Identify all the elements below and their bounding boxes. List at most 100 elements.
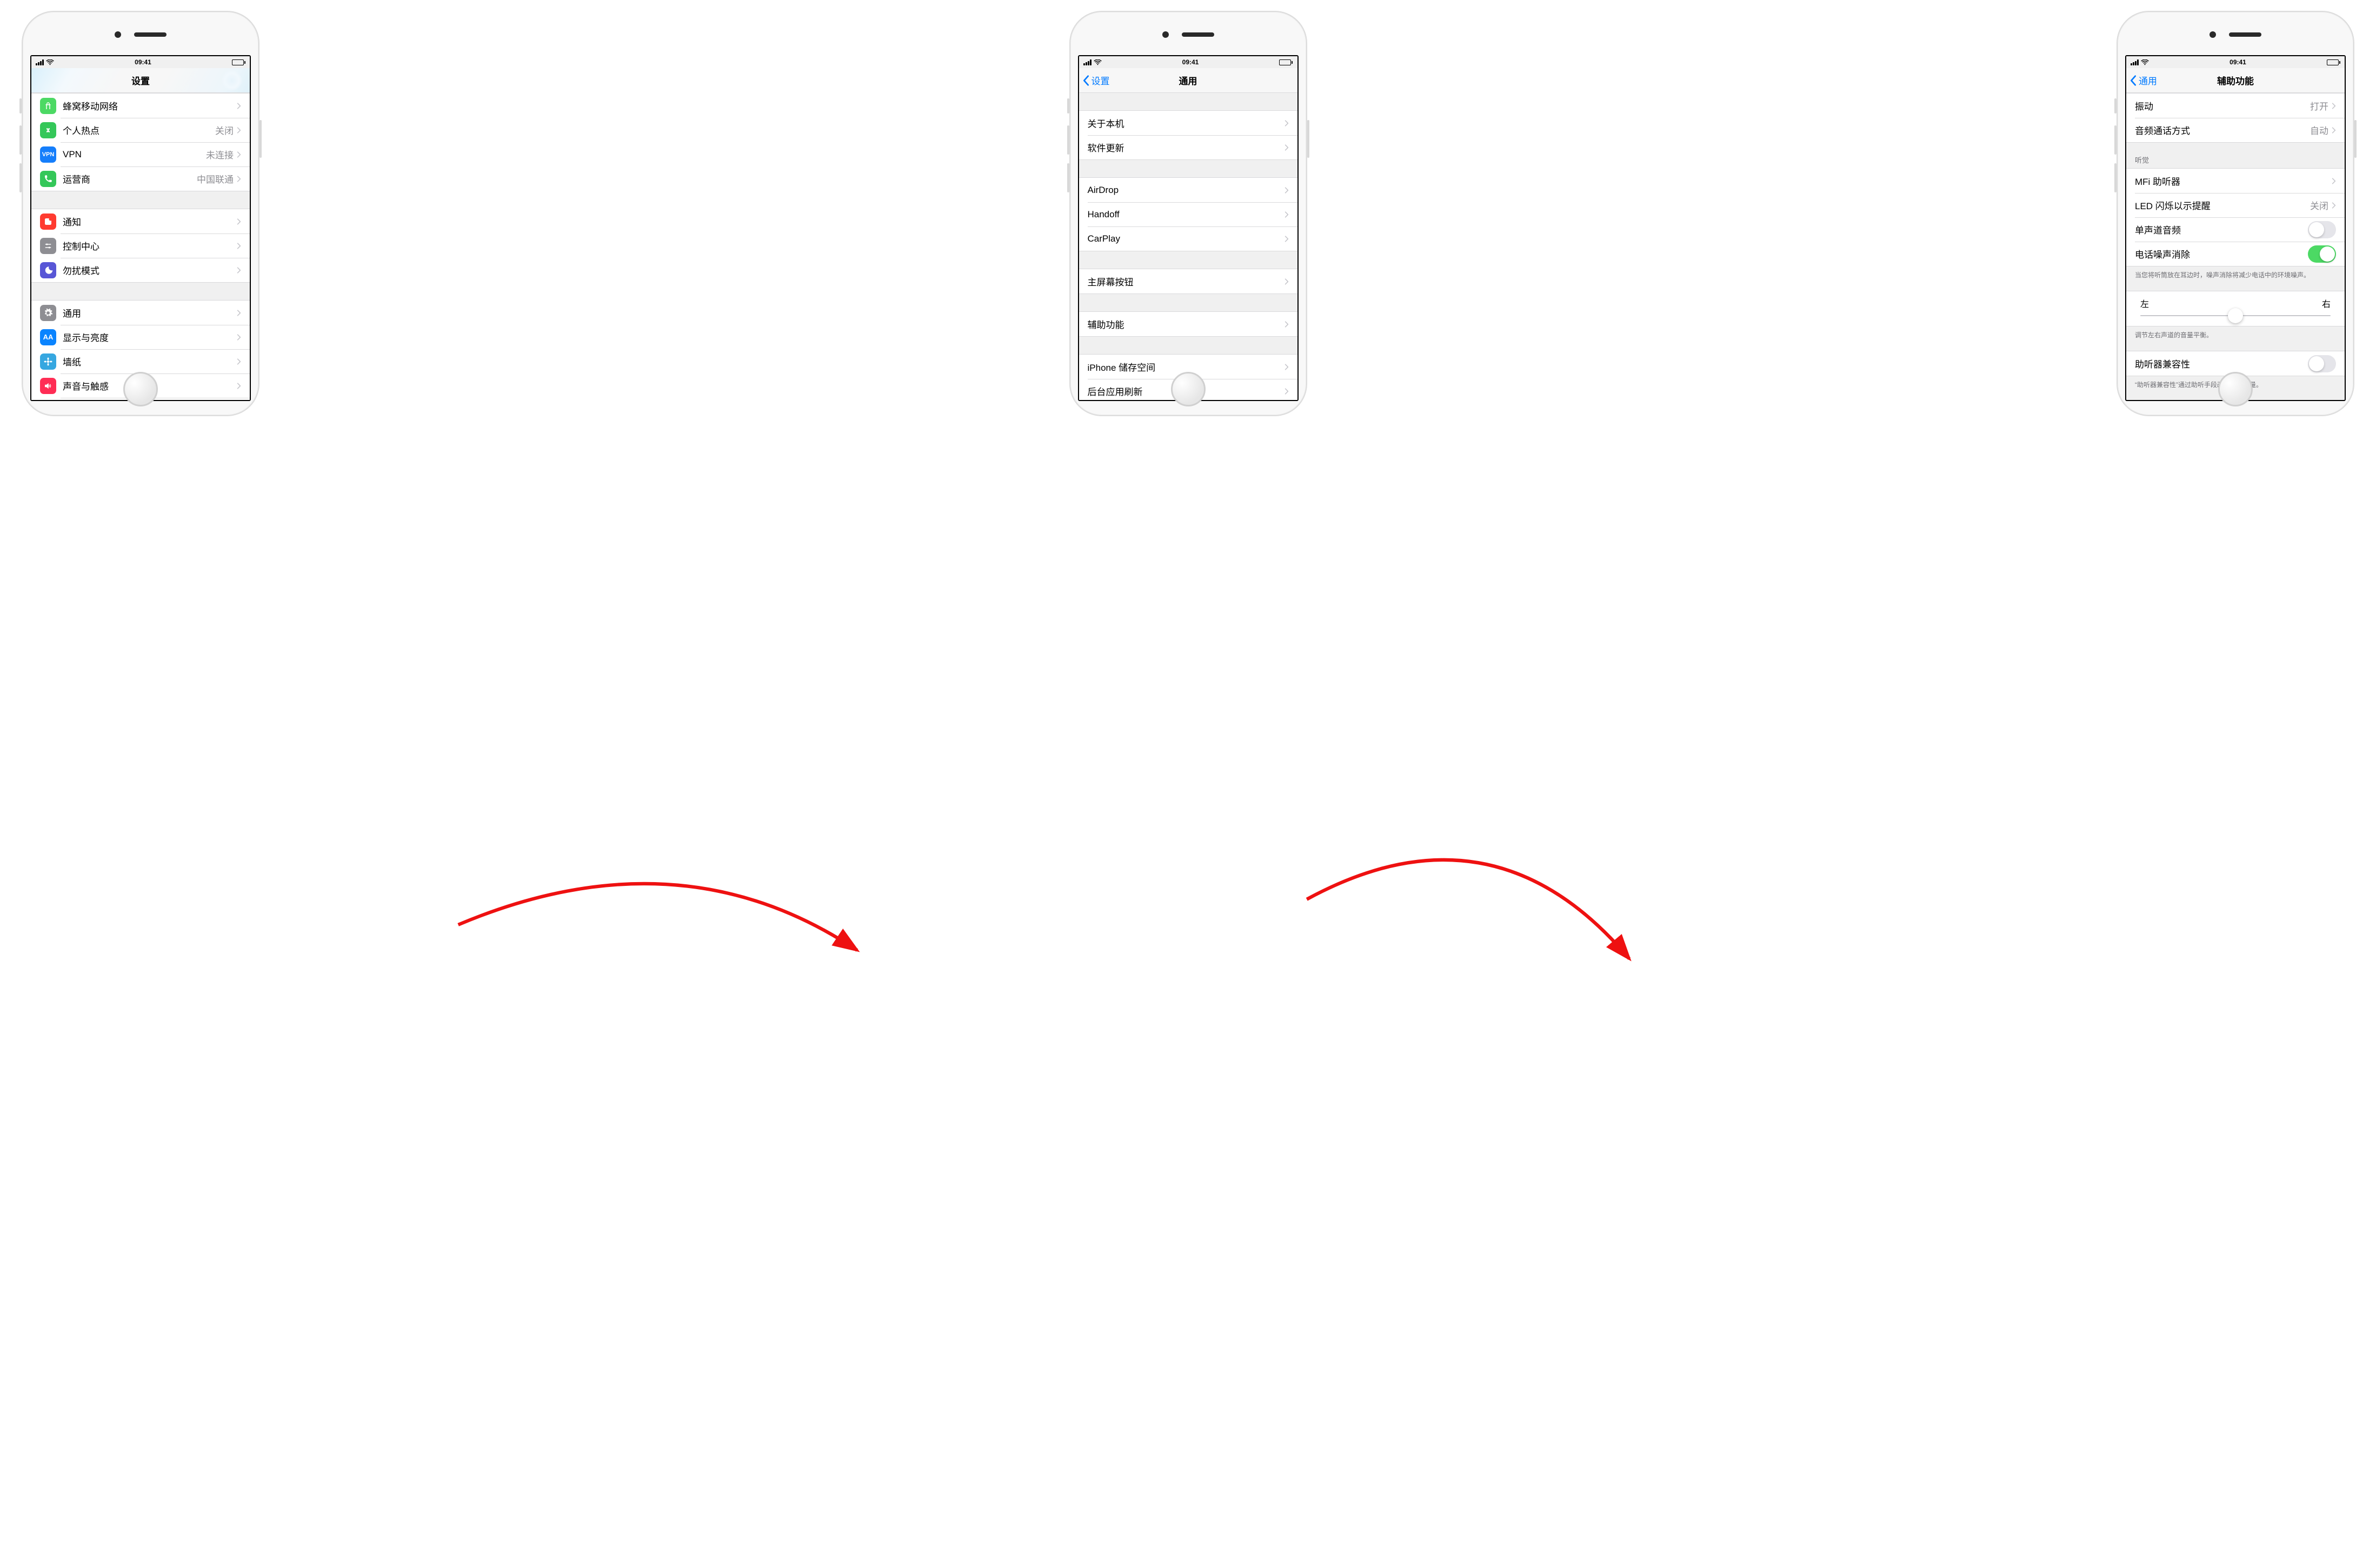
label: 蜂窝移动网络 — [63, 99, 237, 112]
row-call-audio[interactable]: 音频通话方式自动 — [2126, 118, 2345, 142]
chevron-right-icon — [237, 309, 241, 317]
row-sounds[interactable]: 声音与触感 — [31, 373, 250, 398]
general-list[interactable]: 关于本机 软件更新 AirDrop Handoff CarPlay 主屏幕按钮 … — [1079, 93, 1297, 400]
label: 声音与触感 — [63, 379, 237, 392]
footer-noise: 当您将听筒放在耳边时，噪声消除将减少电话中的环境噪声。 — [2126, 266, 2345, 282]
balance-slider[interactable] — [2140, 315, 2331, 316]
row-carplay[interactable]: CarPlay — [1079, 226, 1297, 251]
wifi-icon — [2141, 59, 2149, 65]
row-carrier[interactable]: 运营商 中国联通 — [31, 166, 250, 191]
row-cellular[interactable]: 蜂窝移动网络 — [31, 94, 250, 118]
notifications-icon — [40, 213, 56, 230]
row-balance-slider: 左 右 — [2126, 291, 2345, 326]
status-time: 09:41 — [135, 58, 151, 66]
chevron-right-icon — [1284, 388, 1289, 395]
row-notifications[interactable]: 通知 — [31, 209, 250, 233]
row-control-center[interactable]: 控制中心 — [31, 233, 250, 258]
chevron-right-icon — [237, 358, 241, 365]
signal-icon — [2131, 59, 2139, 65]
chevron-right-icon — [1284, 144, 1289, 151]
label: 运营商 — [63, 172, 197, 185]
chevron-right-icon — [237, 382, 241, 390]
footer-hac: “助听器兼容性”通过助听手段改进音频质量。 — [2126, 376, 2345, 392]
slider-knob[interactable] — [2228, 308, 2243, 323]
row-accessibility[interactable]: 辅助功能 — [1079, 312, 1297, 336]
row-vibration[interactable]: 振动打开 — [2126, 94, 2345, 118]
phone-sensors — [2209, 31, 2261, 38]
section-header-hearing: 听觉 — [2126, 151, 2345, 168]
screen-accessibility: 09:41 通用 辅助功能 振动打开 音频通话方式自动 听觉 MFi 助听器 L… — [2125, 55, 2346, 401]
phone-mockup-accessibility: 09:41 通用 辅助功能 振动打开 音频通话方式自动 听觉 MFi 助听器 L… — [2117, 11, 2354, 416]
phone-sensors — [1162, 31, 1214, 38]
chevron-right-icon — [237, 218, 241, 225]
row-general[interactable]: 通用 — [31, 301, 250, 325]
label: 墙纸 — [63, 355, 237, 368]
chevron-right-icon — [237, 102, 241, 110]
label: LED 闪烁以示提醒 — [2135, 198, 2310, 212]
label: 关于本机 — [1088, 116, 1284, 130]
balance-left-label: 左 — [2140, 297, 2149, 310]
label: iPhone 储存空间 — [1088, 360, 1284, 373]
wallpaper-icon — [40, 353, 56, 370]
speaker-icon — [40, 378, 56, 394]
label: 通用 — [63, 306, 237, 319]
row-mono-audio[interactable]: 单声道音频 — [2126, 217, 2345, 242]
row-vpn[interactable]: VPN VPN 未连接 — [31, 142, 250, 166]
label: 音频通话方式 — [2135, 123, 2310, 137]
row-mfi[interactable]: MFi 助听器 — [2126, 169, 2345, 193]
row-storage[interactable]: iPhone 储存空间 — [1079, 355, 1297, 379]
settings-list[interactable]: 蜂窝移动网络 个人热点 关闭 VPN VPN 未连接 运营商 — [31, 93, 250, 400]
battery-icon — [232, 59, 245, 65]
back-button[interactable]: 通用 — [2129, 68, 2157, 92]
back-button[interactable]: 设置 — [1082, 68, 1110, 92]
phone-mockup-settings: 09:41 设置 蜂窝移动网络 个人热点 关闭 — [22, 11, 259, 416]
chevron-right-icon — [2332, 202, 2336, 209]
status-bar: 09:41 — [2126, 56, 2345, 68]
battery-icon — [2327, 59, 2340, 65]
label: 电话噪声消除 — [2135, 247, 2308, 261]
page-title: 通用 — [1179, 74, 1197, 87]
status-time: 09:41 — [2229, 58, 2246, 66]
status-time: 09:41 — [1182, 58, 1199, 66]
row-siri[interactable]: Siri 与搜索 — [31, 398, 250, 400]
label: CarPlay — [1088, 233, 1284, 244]
chevron-right-icon — [237, 266, 241, 274]
wifi-icon — [46, 59, 54, 65]
label: 后台应用刷新 — [1088, 384, 1284, 398]
value: 打开 — [2310, 99, 2328, 112]
toggle-noise-cancel[interactable] — [2308, 245, 2336, 263]
row-noise-cancel[interactable]: 电话噪声消除 — [2126, 242, 2345, 266]
nav-bar: 设置 — [31, 68, 250, 93]
toggle-hac[interactable] — [2308, 355, 2336, 372]
row-wallpaper[interactable]: 墙纸 — [31, 349, 250, 373]
row-airdrop[interactable]: AirDrop — [1079, 178, 1297, 202]
chevron-right-icon — [1284, 119, 1289, 127]
chevron-right-icon — [2332, 126, 2336, 134]
row-software-update[interactable]: 软件更新 — [1079, 135, 1297, 159]
gear-icon — [40, 305, 56, 321]
chevron-left-icon — [2129, 75, 2137, 86]
page-title: 设置 — [131, 74, 150, 87]
label: 振动 — [2135, 99, 2310, 112]
chevron-right-icon — [237, 242, 241, 250]
chevron-right-icon — [237, 175, 241, 183]
toggle-mono-audio[interactable] — [2308, 221, 2336, 238]
chevron-right-icon — [1284, 278, 1289, 285]
row-bg-refresh[interactable]: 后台应用刷新 — [1079, 379, 1297, 400]
display-icon: AA — [40, 329, 56, 345]
label: AirDrop — [1088, 185, 1284, 196]
row-home-button[interactable]: 主屏幕按钮 — [1079, 269, 1297, 293]
accessibility-list[interactable]: 振动打开 音频通话方式自动 听觉 MFi 助听器 LED 闪烁以示提醒关闭 单声… — [2126, 93, 2345, 400]
chevron-right-icon — [2332, 177, 2336, 185]
row-handoff[interactable]: Handoff — [1079, 202, 1297, 226]
status-bar: 09:41 — [1079, 56, 1297, 68]
moon-icon — [40, 262, 56, 278]
row-about[interactable]: 关于本机 — [1079, 111, 1297, 135]
chevron-right-icon — [1284, 211, 1289, 218]
row-dnd[interactable]: 勿扰模式 — [31, 258, 250, 282]
row-hac[interactable]: 助听器兼容性 — [2126, 351, 2345, 376]
chevron-right-icon — [1284, 235, 1289, 243]
row-display[interactable]: AA 显示与亮度 — [31, 325, 250, 349]
row-led-flash[interactable]: LED 闪烁以示提醒关闭 — [2126, 193, 2345, 217]
row-hotspot[interactable]: 个人热点 关闭 — [31, 118, 250, 142]
